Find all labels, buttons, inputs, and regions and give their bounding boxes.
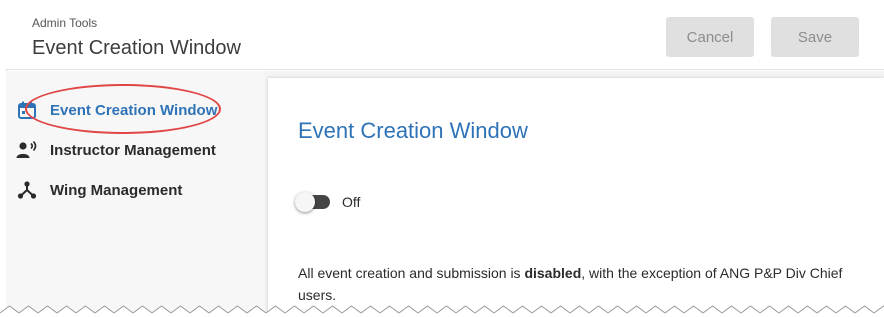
sidebar-item-wing-management[interactable]: Wing Management — [16, 177, 182, 203]
notice-emphasis: disabled — [524, 265, 582, 281]
instructor-icon — [16, 139, 38, 161]
page-header: Admin Tools Event Creation Window Cancel… — [6, 0, 884, 70]
save-button[interactable]: Save — [771, 17, 859, 57]
cancel-button[interactable]: Cancel — [666, 17, 754, 57]
content-card: Event Creation Window Off All event crea… — [268, 78, 884, 317]
sidebar-item-event-creation-window[interactable]: Event Creation Window — [16, 97, 217, 123]
wing-hierarchy-icon — [16, 179, 38, 201]
sidebar-item-label: Instructor Management — [50, 141, 216, 159]
toggle-label: Off — [342, 194, 361, 210]
calendar-icon — [16, 99, 38, 121]
toggle-track[interactable] — [295, 192, 330, 212]
notice-prefix: All event creation and submission is — [298, 265, 525, 281]
sidebar: Event Creation Window Instructor Managem… — [6, 71, 264, 317]
toggle-knob[interactable] — [295, 192, 315, 212]
torn-edge — [0, 301, 884, 317]
status-notice: All event creation and submission is dis… — [298, 262, 858, 306]
breadcrumb[interactable]: Admin Tools — [32, 16, 97, 30]
sidebar-item-label: Wing Management — [50, 181, 183, 199]
page-title: Event Creation Window — [32, 37, 241, 59]
event-creation-toggle[interactable]: Off — [295, 192, 361, 212]
sidebar-item-label: Event Creation Window — [50, 101, 218, 119]
section-title: Event Creation Window — [298, 118, 528, 143]
sidebar-item-instructor-management[interactable]: Instructor Management — [16, 137, 216, 163]
